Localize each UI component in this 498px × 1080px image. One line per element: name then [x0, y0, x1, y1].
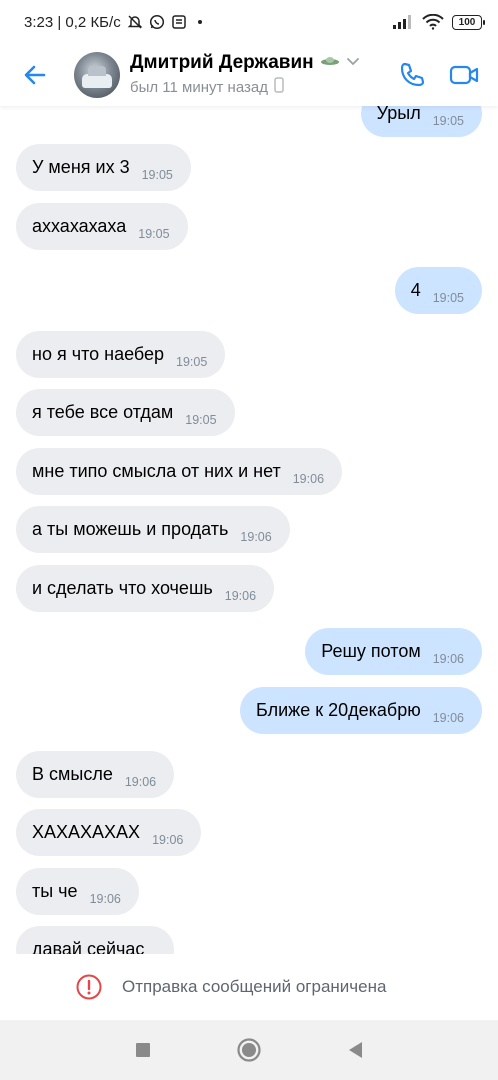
battery-icon: 100	[452, 14, 485, 30]
messaging-restricted-bar: Отправка сообщений ограничена	[0, 954, 498, 1020]
message-text: аххахахаха	[32, 216, 127, 236]
message-bubble[interactable]: У меня их 3 19:05	[16, 144, 191, 191]
last-seen-status: был 11 минут назад	[130, 79, 268, 96]
message-time: 19:06	[224, 588, 257, 603]
arrow-left-icon	[24, 65, 46, 85]
mute-bell-icon	[127, 14, 143, 30]
message-time: 19:06	[89, 891, 121, 906]
status-time: 3:23 | 0,2 КБ/с	[24, 13, 121, 31]
message-text: В смысле	[32, 764, 113, 784]
message-time: 19:05	[432, 113, 464, 128]
phone-icon	[400, 62, 425, 87]
whatsapp-icon	[149, 14, 165, 30]
message-bubble[interactable]: ХАХАХАХАХ 19:06	[16, 809, 202, 856]
message-bubble[interactable]: Ближе к 20декабрю 19:06	[239, 687, 482, 734]
signal-icon	[392, 14, 414, 30]
status-bar: 3:23 | 0,2 КБ/с 100	[0, 0, 498, 44]
notification-dot-icon	[193, 15, 207, 29]
message-bubble[interactable]: а ты можешь и продать 19:06	[16, 506, 290, 553]
back-button[interactable]	[6, 46, 64, 104]
square-icon	[136, 1043, 150, 1057]
ufo-emoji-icon	[320, 54, 340, 72]
mobile-device-icon	[274, 77, 284, 98]
news-icon	[171, 14, 187, 30]
message-text: Решу потом	[321, 641, 421, 661]
contact-info[interactable]: Дмитрий Державин был 11 минут назад	[130, 52, 386, 98]
message-time: 19:05	[176, 354, 208, 369]
message-text: ты че	[32, 881, 78, 901]
wifi-icon	[422, 14, 444, 30]
message-bubble[interactable]: мне типо смысла от них и нет 19:06	[16, 448, 343, 495]
restriction-text: Отправка сообщений ограничена	[122, 977, 387, 996]
contact-name: Дмитрий Державин	[130, 52, 314, 73]
message-time: 19:06	[152, 832, 184, 847]
message-bubble[interactable]: но я что наебер 19:05	[16, 331, 226, 378]
message-time: 19:06	[292, 471, 325, 486]
message-bubble[interactable]: давай сейчас	[16, 926, 175, 954]
video-camera-icon	[449, 65, 479, 85]
message-list[interactable]: Урыл 19:05 У меня их 3 19:05 аххахахаха …	[0, 106, 498, 954]
message-text: а ты можешь и продать	[32, 519, 229, 539]
message-time: 19:05	[185, 412, 217, 427]
message-bubble[interactable]: 4 19:05	[394, 267, 482, 314]
message-text: Ближе к 20декабрю	[255, 700, 421, 720]
chevron-down-icon[interactable]	[346, 54, 360, 72]
home-button[interactable]	[229, 1030, 269, 1070]
triangle-back-icon	[349, 1042, 362, 1058]
message-bubble[interactable]: аххахахаха 19:05	[16, 203, 188, 250]
recents-button[interactable]	[123, 1030, 163, 1070]
message-bubble[interactable]: ты че 19:06	[16, 868, 139, 915]
system-back-button[interactable]	[335, 1030, 375, 1070]
message-text: Урыл	[376, 106, 421, 123]
message-time: 19:06	[432, 651, 464, 666]
message-text: но я что наебер	[32, 344, 165, 364]
video-call-button[interactable]	[438, 49, 490, 101]
message-time: 19:06	[124, 774, 157, 789]
message-time: 19:05	[432, 290, 464, 305]
message-text: и сделать что хочешь	[32, 578, 213, 598]
message-text: ХАХАХАХАХ	[32, 822, 141, 842]
message-bubble[interactable]: и сделать что хочешь 19:06	[16, 565, 275, 612]
message-time: 19:05	[141, 167, 173, 182]
message-text: мне типо смысла от них и нет	[32, 461, 281, 481]
message-text: У меня их 3	[32, 157, 130, 177]
message-text: я тебе все отдам	[32, 402, 174, 422]
message-time: 19:05	[138, 226, 170, 241]
message-text: 4	[410, 280, 421, 300]
message-text: давай сейчас	[32, 939, 145, 954]
system-nav-bar	[0, 1020, 498, 1080]
avatar[interactable]	[74, 52, 120, 98]
message-bubble[interactable]: В смысле 19:06	[16, 751, 175, 798]
message-bubble[interactable]: Решу потом 19:06	[305, 628, 482, 675]
message-bubble[interactable]: я тебе все отдам 19:05	[16, 389, 235, 436]
message-time: 19:06	[432, 710, 464, 725]
call-button[interactable]	[386, 49, 438, 101]
message-bubble[interactable]: Урыл 19:05	[360, 106, 482, 137]
warning-circle-icon	[76, 974, 102, 1000]
home-circle-icon	[237, 1038, 261, 1062]
message-time: 19:06	[240, 529, 272, 544]
chat-header: Дмитрий Державин был 11 минут назад	[0, 44, 498, 106]
